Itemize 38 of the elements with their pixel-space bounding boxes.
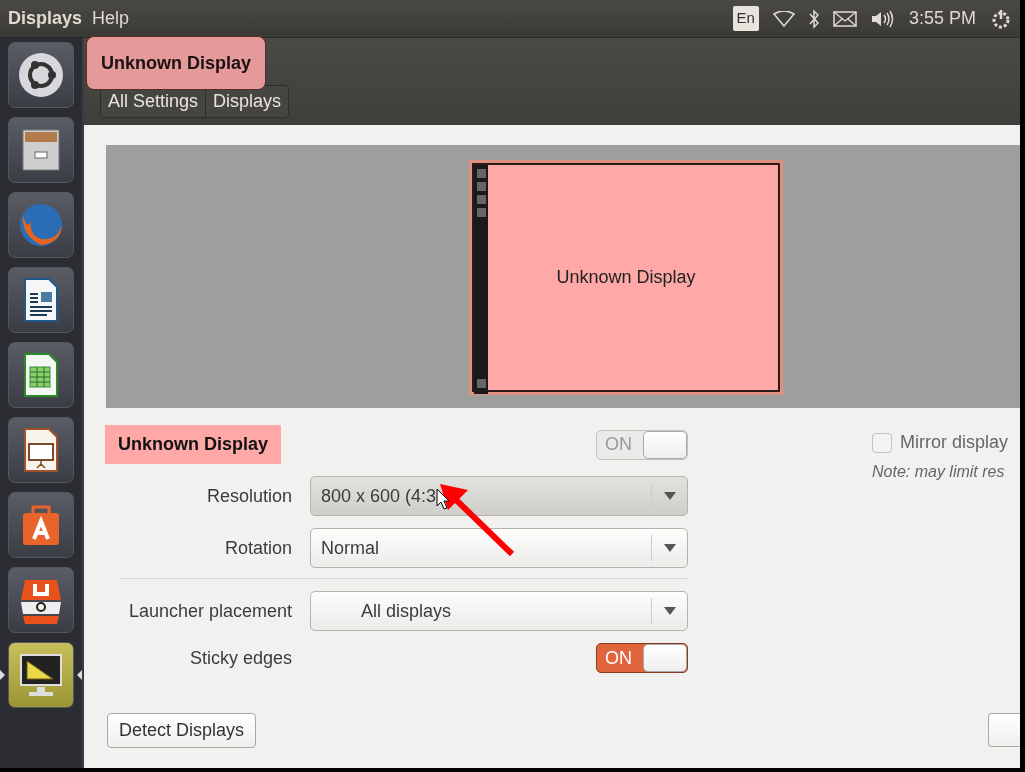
volume-icon[interactable] — [870, 9, 895, 28]
launcher-item[interactable] — [8, 342, 74, 408]
dropdown[interactable]: 800 x 600 (4:3 — [310, 476, 688, 516]
setting-label: Resolution — [205, 484, 292, 508]
bluetooth-icon[interactable] — [808, 8, 819, 29]
menu-item[interactable]: Displays — [8, 5, 83, 32]
power-gear-icon[interactable] — [990, 7, 1012, 30]
detect-displays-button[interactable]: Detect Displays — [107, 713, 257, 748]
setting-label: Rotation — [223, 536, 292, 560]
dropdown-caret-icon — [663, 607, 676, 615]
dropdown-caret-icon — [663, 492, 676, 500]
clock[interactable]: 3:55 PM — [908, 5, 976, 32]
monitor-preview[interactable]: Unknown Display — [472, 163, 780, 392]
wifi-icon[interactable] — [772, 10, 795, 27]
launcher-item[interactable] — [8, 42, 74, 108]
dropdown[interactable]: All displays — [310, 591, 688, 631]
mail-icon[interactable] — [832, 10, 857, 27]
monitor-label: Unknown Display — [556, 266, 696, 289]
mouse-cursor-icon — [436, 488, 450, 510]
note-text: Note: may limit res — [872, 462, 1006, 482]
setting-label: Sticky edges — [188, 646, 292, 670]
launcher-item[interactable] — [8, 567, 74, 633]
keyboard-layout-indicator[interactable]: En — [732, 6, 759, 31]
dropdown[interactable]: Normal — [310, 528, 688, 568]
monitor-icon — [17, 651, 65, 699]
globe-icon — [17, 201, 65, 249]
launcher-item[interactable] — [8, 417, 74, 483]
dropdown-caret-icon — [663, 544, 676, 552]
launcher-item[interactable] — [8, 117, 74, 183]
setting-label: Launcher placement — [127, 599, 292, 623]
ubuntu-logo-icon — [17, 51, 65, 99]
display-identifier-tooltip: Unknown Display — [86, 36, 267, 90]
launcher-item[interactable] — [8, 267, 74, 333]
launcher-indicator-icon — [0, 670, 5, 680]
display-name-label: Unknown Display — [105, 425, 282, 464]
menu-item[interactable]: Help — [92, 5, 130, 32]
launcher-item[interactable] — [8, 492, 74, 558]
mirror-checkbox[interactable]: Mirror display — [872, 429, 1009, 456]
